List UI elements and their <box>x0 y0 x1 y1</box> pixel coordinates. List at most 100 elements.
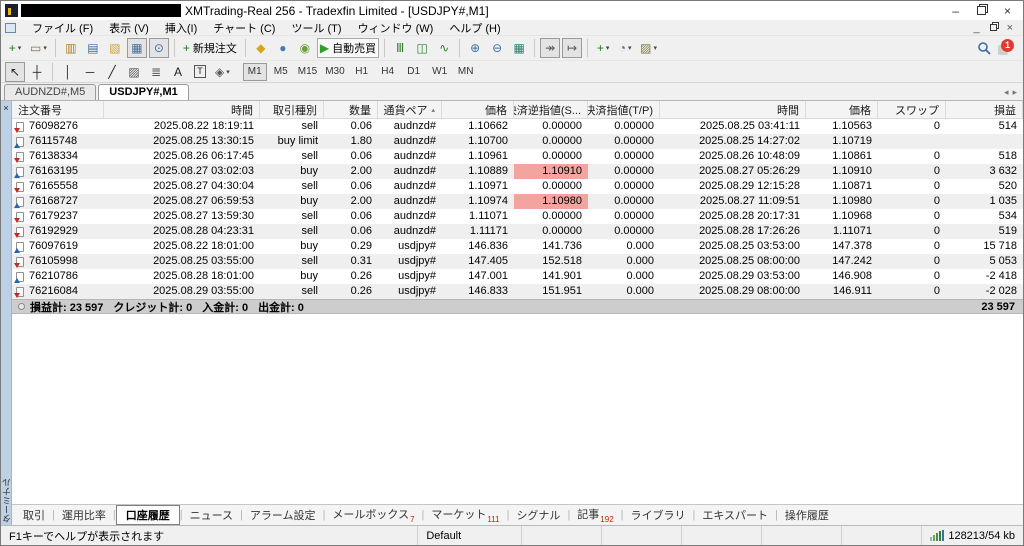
child-minimize-button[interactable]: _ <box>973 22 979 34</box>
child-window-icon[interactable] <box>5 22 16 33</box>
new-chart-button[interactable]: + ▾ <box>5 38 25 58</box>
terminal-tab-4[interactable]: ニュース <box>183 506 240 524</box>
auto-trading-button[interactable]: ▶ 自動売買 <box>316 38 380 58</box>
table-row[interactable]: 76168727 2025.08.27 06:59:53 buy 2.00 audnzd… <box>12 194 1023 209</box>
table-row[interactable]: 76163195 2025.08.27 03:02:03 buy 2.00 audnzd… <box>12 164 1023 179</box>
menu-item[interactable]: ウィンドウ (W) <box>350 20 442 36</box>
terminal-tab-6[interactable]: メールボックス7 <box>325 505 421 524</box>
timeframe-h4[interactable]: H4 <box>376 63 400 81</box>
terminal-tab-3[interactable]: 口座履歴 <box>115 505 180 525</box>
navigator-button[interactable]: ▤ <box>83 38 103 58</box>
status-profile[interactable]: Default <box>418 526 523 545</box>
terminal-tab-5[interactable]: アラーム設定 <box>243 506 323 524</box>
vertical-line-button[interactable]: │ <box>58 62 78 82</box>
new-order-button[interactable]: + 新規注文 <box>180 38 240 58</box>
line-chart-button[interactable]: ∿ <box>434 38 454 58</box>
column-header-close-time[interactable]: 時間 <box>660 101 806 118</box>
child-restore-button[interactable] <box>989 22 997 34</box>
templates-button[interactable]: ▨ ▾ <box>637 38 660 58</box>
column-header-open-price[interactable]: 価格 <box>442 101 514 118</box>
column-header-type[interactable]: 取引種別 <box>260 101 324 118</box>
table-row[interactable]: 76192929 2025.08.28 04:23:31 sell 0.06 audnz… <box>12 224 1023 239</box>
timeframe-d1[interactable]: D1 <box>402 63 426 81</box>
equidistant-channel-button[interactable]: ▨ <box>124 62 144 82</box>
terminal-tab-1[interactable]: 取引 <box>16 506 52 524</box>
table-row[interactable]: 76098276 2025.08.22 18:19:11 sell 0.06 audnz… <box>12 119 1023 134</box>
notifications-button[interactable]: 1 <box>998 39 1014 55</box>
tab-scroll-left-icon[interactable]: ◂ <box>1004 87 1009 98</box>
terminal-tab-10[interactable]: ライブラリ <box>624 506 693 524</box>
menu-item[interactable]: 表示 (V) <box>101 20 157 36</box>
timeframe-m30[interactable]: M30 <box>322 63 347 81</box>
column-header-sl[interactable]: 決済逆指値(S... <box>514 101 588 118</box>
crosshair-button[interactable]: ┼ <box>27 62 47 82</box>
bar-chart-button[interactable]: Ⅲ <box>390 38 410 58</box>
candlestick-button[interactable]: ◫ <box>412 38 432 58</box>
column-header-tp[interactable]: 決済指値(T/P) <box>588 101 660 118</box>
tab-scroll-right-icon[interactable]: ▸ <box>1012 87 1017 98</box>
child-close-button[interactable]: × <box>1007 22 1013 34</box>
terminal-tab-9[interactable]: 記事192 <box>570 505 620 524</box>
column-header-order[interactable]: 注文番号 <box>12 101 104 118</box>
cursor-button[interactable]: ↖ <box>5 61 25 82</box>
table-row[interactable]: 76097619 2025.08.22 18:01:00 buy 0.29 usdjpy… <box>12 239 1023 254</box>
menu-item[interactable]: 挿入(I) <box>157 20 205 36</box>
table-row[interactable]: 76179237 2025.08.27 13:59:30 sell 0.06 audnz… <box>12 209 1023 224</box>
terminal-tab-12[interactable]: 操作履歴 <box>778 506 836 524</box>
restore-button[interactable] <box>976 4 986 18</box>
timeframe-w1[interactable]: W1 <box>428 63 452 81</box>
terminal-tab-7[interactable]: マーケット111 <box>424 505 506 524</box>
chart-tab[interactable]: AUDNZD#,M5 <box>4 84 97 100</box>
text-label-button[interactable]: T <box>190 62 210 82</box>
chart-tab[interactable]: USDJPY#,M1 <box>98 84 189 100</box>
table-row[interactable]: 76165558 2025.08.27 04:30:04 sell 0.06 audnz… <box>12 179 1023 194</box>
column-header-close-price[interactable]: 価格 <box>806 101 878 118</box>
terminal-tab-11[interactable]: エキスパート <box>695 506 775 524</box>
zoom-in-button[interactable]: ⊕ <box>465 38 485 58</box>
auto-scroll-button[interactable]: ↠ <box>540 38 561 58</box>
zoom-out-button[interactable]: ⊖ <box>487 38 507 58</box>
horizontal-line-button[interactable]: ─ <box>80 62 100 82</box>
timeframe-m1[interactable]: M1 <box>242 62 267 81</box>
terminal-button[interactable]: ▦ <box>126 38 147 58</box>
terminal-tab-8[interactable]: シグナル <box>509 506 567 524</box>
signals-button[interactable]: ◉ <box>295 38 315 58</box>
fibonacci-button[interactable]: ≣ <box>146 62 166 82</box>
table-row[interactable]: 76216084 2025.08.29 03:55:00 sell 0.26 usdjp… <box>12 284 1023 299</box>
column-header-volume[interactable]: 数量 <box>324 101 378 118</box>
column-header-symbol[interactable]: 通貨ペア ▴ <box>378 101 442 118</box>
trendline-button[interactable]: ╱ <box>102 62 122 82</box>
strategy-tester-button[interactable]: ⊙ <box>148 38 169 58</box>
timeframe-mn[interactable]: MN <box>454 63 478 81</box>
menu-item[interactable]: チャート (C) <box>205 20 283 36</box>
indicators-button[interactable]: + ▾ <box>593 38 613 58</box>
timeframe-m15[interactable]: M15 <box>295 63 320 81</box>
table-row[interactable]: 76105998 2025.08.25 03:55:00 sell 0.31 usdjp… <box>12 254 1023 269</box>
market-watch-button[interactable]: ▥ <box>61 38 81 58</box>
search-icon[interactable] <box>977 41 992 56</box>
menu-item[interactable]: ヘルプ (H) <box>441 20 508 36</box>
text-button[interactable]: A <box>168 62 188 82</box>
periods-button[interactable]: ◔ ▾ <box>615 38 635 58</box>
menu-item[interactable]: ファイル (F) <box>24 20 101 36</box>
community-button[interactable]: ● <box>273 38 293 58</box>
chart-shift-button[interactable]: ↦ <box>562 38 583 58</box>
timeframe-h1[interactable]: H1 <box>350 63 374 81</box>
terminal-close-icon[interactable]: × <box>3 103 8 113</box>
close-button[interactable]: × <box>1004 4 1011 18</box>
arrows-button[interactable]: ◈ ▾ <box>212 62 233 82</box>
column-header-swap[interactable]: スワップ <box>878 101 946 118</box>
table-row[interactable]: 76115748 2025.08.25 13:30:15 buy limit 1.80… <box>12 134 1023 149</box>
table-row[interactable]: 76210786 2025.08.28 18:01:00 buy 0.26 usdjpy… <box>12 269 1023 284</box>
metaeditor-button[interactable]: ◆ <box>251 38 271 58</box>
menu-item[interactable]: ツール (T) <box>283 20 349 36</box>
tile-windows-button[interactable]: ▦ <box>509 38 529 58</box>
profiles-button[interactable]: ▭ ▾ <box>27 38 50 58</box>
column-header-profit[interactable]: 損益 <box>946 101 1023 118</box>
table-row[interactable]: 76138334 2025.08.26 06:17:45 sell 0.06 audnz… <box>12 149 1023 164</box>
terminal-tab-2[interactable]: 運用比率 <box>55 506 113 524</box>
minimize-button[interactable]: – <box>952 4 959 18</box>
column-header-open-time[interactable]: 時間 <box>104 101 260 118</box>
timeframe-m5[interactable]: M5 <box>269 63 293 81</box>
data-window-button[interactable]: ▧ <box>105 38 125 58</box>
